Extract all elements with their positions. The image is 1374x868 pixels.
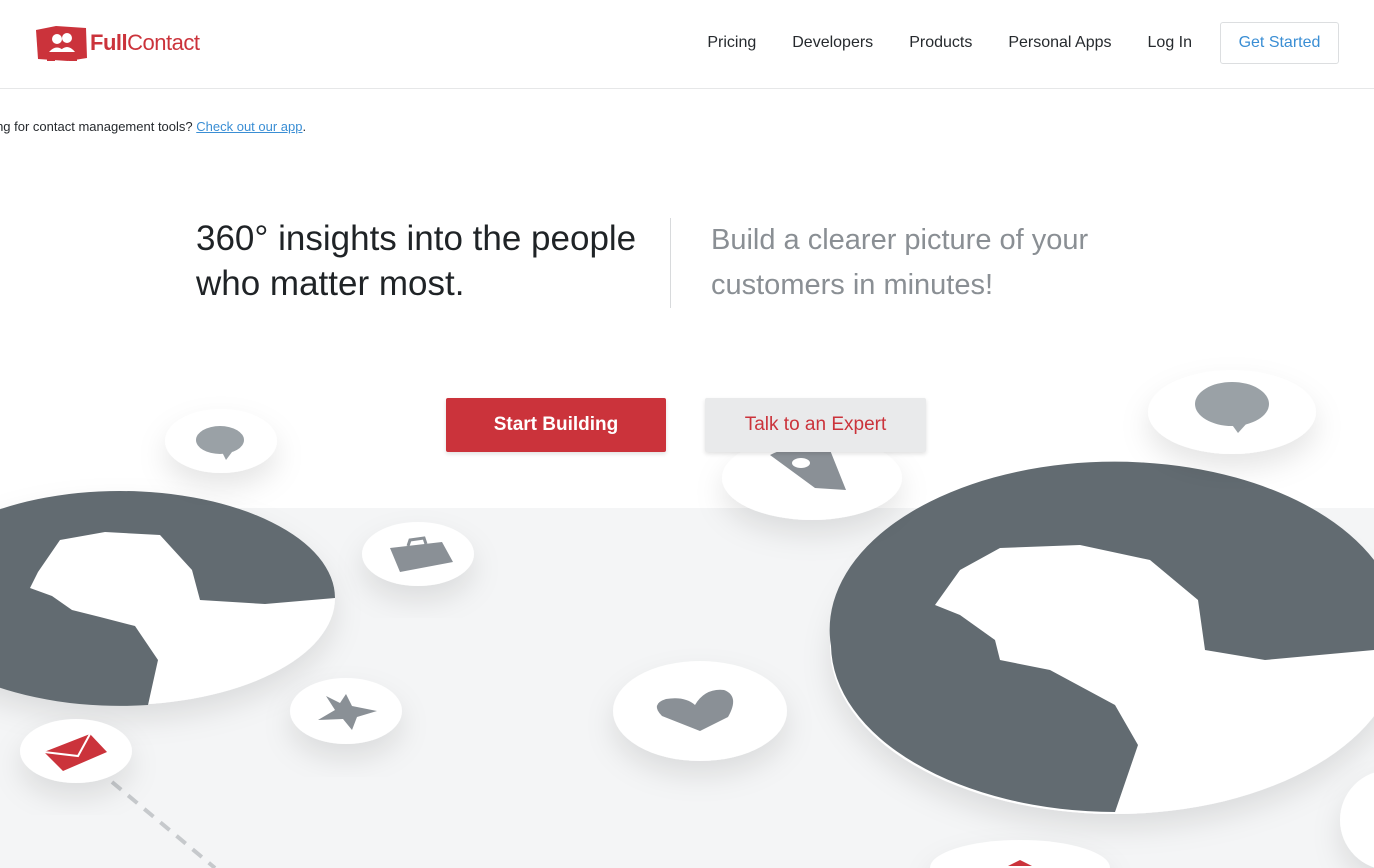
brand-name: FullContact — [90, 30, 200, 56]
briefcase-bubble — [362, 522, 474, 586]
nav-pricing[interactable]: Pricing — [707, 34, 756, 52]
hero-divider — [670, 218, 671, 308]
hero-actions: Start Building Talk to an Expert — [446, 398, 926, 452]
main-nav: Pricing Developers Products Personal App… — [671, 22, 1339, 64]
chat-bubble-right — [1148, 370, 1316, 454]
hero-headline: 360° insights into the people who matter… — [196, 219, 637, 303]
app-note-suffix: . — [302, 119, 307, 134]
envelope-bubble — [20, 719, 132, 783]
brand-logo[interactable]: FullContact — [32, 22, 200, 64]
person-disc-left — [0, 491, 335, 706]
nav-products[interactable]: Products — [909, 34, 972, 52]
nav-log-in[interactable]: Log In — [1148, 34, 1192, 52]
start-building-button[interactable]: Start Building — [446, 398, 666, 452]
brand-name-bold: Full — [90, 30, 128, 55]
person-disc-right — [829, 461, 1374, 814]
hero-subheadline: Build a clearer picture of your customer… — [711, 224, 1089, 301]
get-started-button[interactable]: Get Started — [1220, 22, 1339, 64]
chat-bubble-icon — [196, 426, 244, 454]
nav-developers[interactable]: Developers — [792, 34, 873, 52]
talk-to-expert-button[interactable]: Talk to an Expert — [705, 398, 926, 452]
app-note: Looking for contact management tools? Ch… — [0, 119, 1339, 134]
site-header: FullContact Pricing Developers Products … — [0, 0, 1374, 89]
fullcontact-logo-icon — [32, 22, 88, 64]
check-out-app-link[interactable]: Check out our app — [196, 119, 302, 134]
heart-bubble — [613, 661, 787, 761]
nav-personal-apps[interactable]: Personal Apps — [1008, 34, 1111, 52]
chat-bubble-left — [165, 409, 277, 473]
star-bubble — [290, 678, 402, 744]
connector-line — [110, 780, 217, 868]
app-note-text: Looking for contact management tools? — [0, 119, 193, 134]
brand-name-regular: Contact — [127, 30, 200, 55]
edge-bubble-right — [1340, 772, 1374, 868]
chat-bubble-icon — [1195, 382, 1269, 426]
bottom-bubble — [930, 840, 1110, 868]
